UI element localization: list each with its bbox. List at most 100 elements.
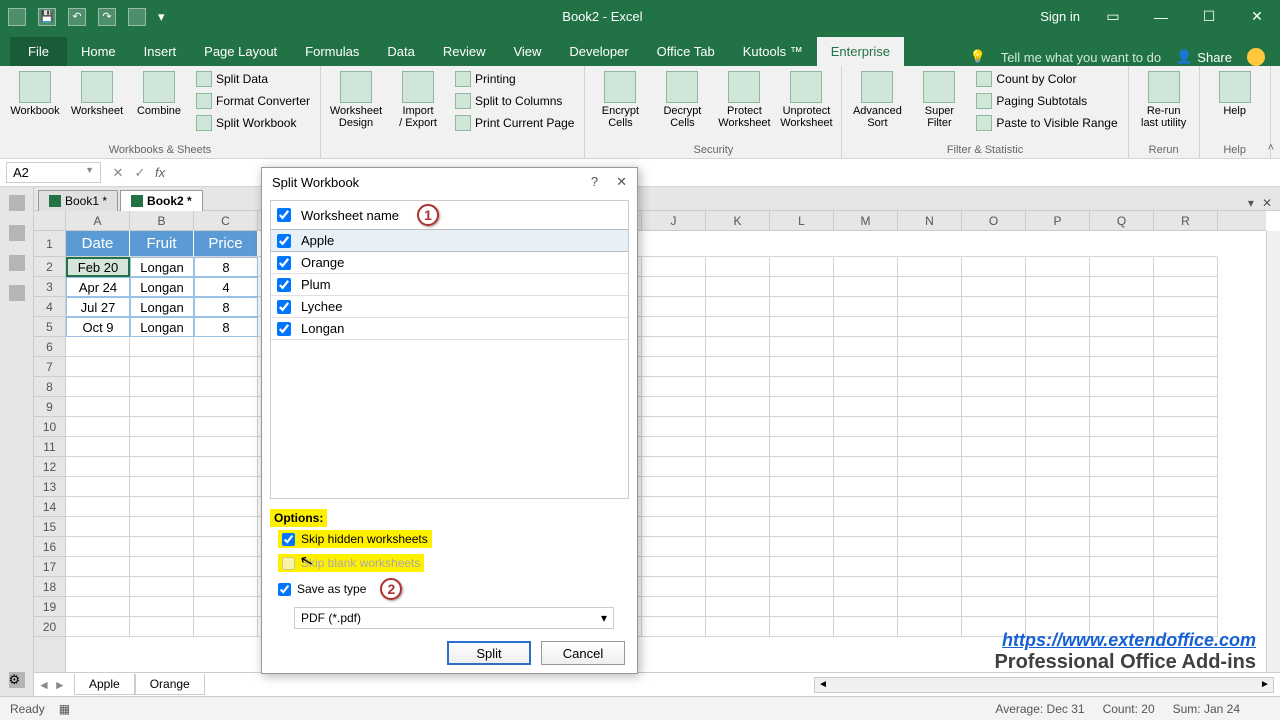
cell[interactable] xyxy=(130,597,194,617)
cell[interactable] xyxy=(194,537,258,557)
cell[interactable] xyxy=(706,257,770,277)
file-tab[interactable]: File xyxy=(10,37,67,66)
cell[interactable] xyxy=(1090,417,1154,437)
cell[interactable] xyxy=(706,617,770,637)
cell[interactable] xyxy=(962,357,1026,377)
file-type-select[interactable]: PDF (*.pdf) ▾ xyxy=(294,607,614,629)
cell[interactable] xyxy=(770,557,834,577)
cell[interactable] xyxy=(770,277,834,297)
cell[interactable] xyxy=(130,497,194,517)
cell[interactable] xyxy=(962,537,1026,557)
cell[interactable] xyxy=(706,397,770,417)
cell[interactable] xyxy=(706,277,770,297)
cell[interactable] xyxy=(898,277,962,297)
cell[interactable] xyxy=(834,231,898,257)
cell[interactable] xyxy=(642,437,706,457)
cell[interactable]: Feb 20 xyxy=(66,257,130,277)
minimize-button[interactable]: — xyxy=(1146,7,1176,27)
cell[interactable] xyxy=(770,477,834,497)
cell[interactable] xyxy=(130,577,194,597)
cell[interactable]: Oct 9 xyxy=(66,317,130,337)
row-header[interactable]: 9 xyxy=(34,397,65,417)
cell[interactable] xyxy=(834,437,898,457)
cell[interactable] xyxy=(898,357,962,377)
cell[interactable] xyxy=(1154,231,1218,257)
cell[interactable] xyxy=(770,231,834,257)
sheet-tab[interactable]: Apple xyxy=(74,674,135,695)
row-header[interactable]: 1 xyxy=(34,231,65,257)
cell[interactable] xyxy=(194,437,258,457)
cell[interactable] xyxy=(130,557,194,577)
cell[interactable] xyxy=(1026,597,1090,617)
worksheet-row[interactable]: Plum xyxy=(271,274,628,296)
workbook-tab[interactable]: Book2 * xyxy=(120,190,203,211)
scroll-right-icon[interactable]: ► xyxy=(1257,678,1273,692)
cell[interactable] xyxy=(898,417,962,437)
cell[interactable] xyxy=(834,337,898,357)
sidebar-icon[interactable] xyxy=(9,195,25,211)
column-header[interactable]: M xyxy=(834,211,898,230)
cell[interactable] xyxy=(1154,317,1218,337)
cell[interactable] xyxy=(962,497,1026,517)
cell[interactable] xyxy=(898,231,962,257)
cell[interactable] xyxy=(962,317,1026,337)
cell[interactable] xyxy=(1090,397,1154,417)
cell[interactable] xyxy=(194,377,258,397)
cell[interactable] xyxy=(898,497,962,517)
cell[interactable] xyxy=(1154,377,1218,397)
cell[interactable] xyxy=(898,597,962,617)
maximize-button[interactable]: ☐ xyxy=(1194,7,1224,27)
cell[interactable] xyxy=(962,577,1026,597)
worksheet-row[interactable]: Longan xyxy=(271,318,628,340)
ribbon-button[interactable]: WorksheetDesign xyxy=(327,69,385,131)
cell[interactable] xyxy=(1026,397,1090,417)
cell[interactable] xyxy=(66,497,130,517)
cell[interactable] xyxy=(770,617,834,637)
cell[interactable] xyxy=(962,517,1026,537)
cell[interactable] xyxy=(1090,497,1154,517)
cell[interactable] xyxy=(194,477,258,497)
ribbon-button[interactable]: Split Workbook xyxy=(192,113,314,133)
sheet-tab[interactable]: Orange xyxy=(135,674,205,695)
ribbon-button[interactable]: Count by Color xyxy=(972,69,1121,89)
cell[interactable] xyxy=(770,577,834,597)
cell[interactable] xyxy=(1090,277,1154,297)
ribbon-button[interactable]: Help xyxy=(1206,69,1264,119)
macro-icon[interactable]: ▦ xyxy=(59,702,70,716)
column-header[interactable]: N xyxy=(898,211,962,230)
cell[interactable] xyxy=(1026,577,1090,597)
ribbon-tab[interactable]: Home xyxy=(67,37,130,66)
cell[interactable] xyxy=(66,597,130,617)
column-header[interactable]: P xyxy=(1026,211,1090,230)
ribbon-button[interactable]: Workbook xyxy=(6,69,64,119)
worksheet-row[interactable]: Orange xyxy=(271,252,628,274)
cell[interactable] xyxy=(962,417,1026,437)
cell[interactable] xyxy=(194,397,258,417)
cell[interactable] xyxy=(642,257,706,277)
cell[interactable] xyxy=(770,337,834,357)
cell[interactable] xyxy=(706,457,770,477)
cell[interactable] xyxy=(770,597,834,617)
sheet-nav-next-icon[interactable]: ► xyxy=(54,678,66,692)
ribbon-button[interactable]: EncryptCells xyxy=(591,69,649,131)
cell[interactable] xyxy=(898,477,962,497)
cell[interactable] xyxy=(834,477,898,497)
cell[interactable] xyxy=(770,437,834,457)
cell[interactable] xyxy=(834,257,898,277)
cell[interactable] xyxy=(1090,377,1154,397)
row-header[interactable]: 10 xyxy=(34,417,65,437)
cell[interactable] xyxy=(1154,357,1218,377)
cell[interactable] xyxy=(194,557,258,577)
cell[interactable] xyxy=(66,457,130,477)
cell[interactable]: 4 xyxy=(194,277,258,297)
sidebar-icon[interactable] xyxy=(9,225,25,241)
cell[interactable] xyxy=(1090,337,1154,357)
sheet-nav-prev-icon[interactable]: ◄ xyxy=(38,678,50,692)
cell[interactable] xyxy=(642,357,706,377)
cell[interactable] xyxy=(834,317,898,337)
ribbon-tab[interactable]: Data xyxy=(373,37,428,66)
fx-icon[interactable]: fx xyxy=(151,165,169,180)
split-button[interactable]: Split xyxy=(447,641,531,665)
skip-hidden-checkbox[interactable] xyxy=(282,533,295,546)
cell[interactable] xyxy=(130,457,194,477)
